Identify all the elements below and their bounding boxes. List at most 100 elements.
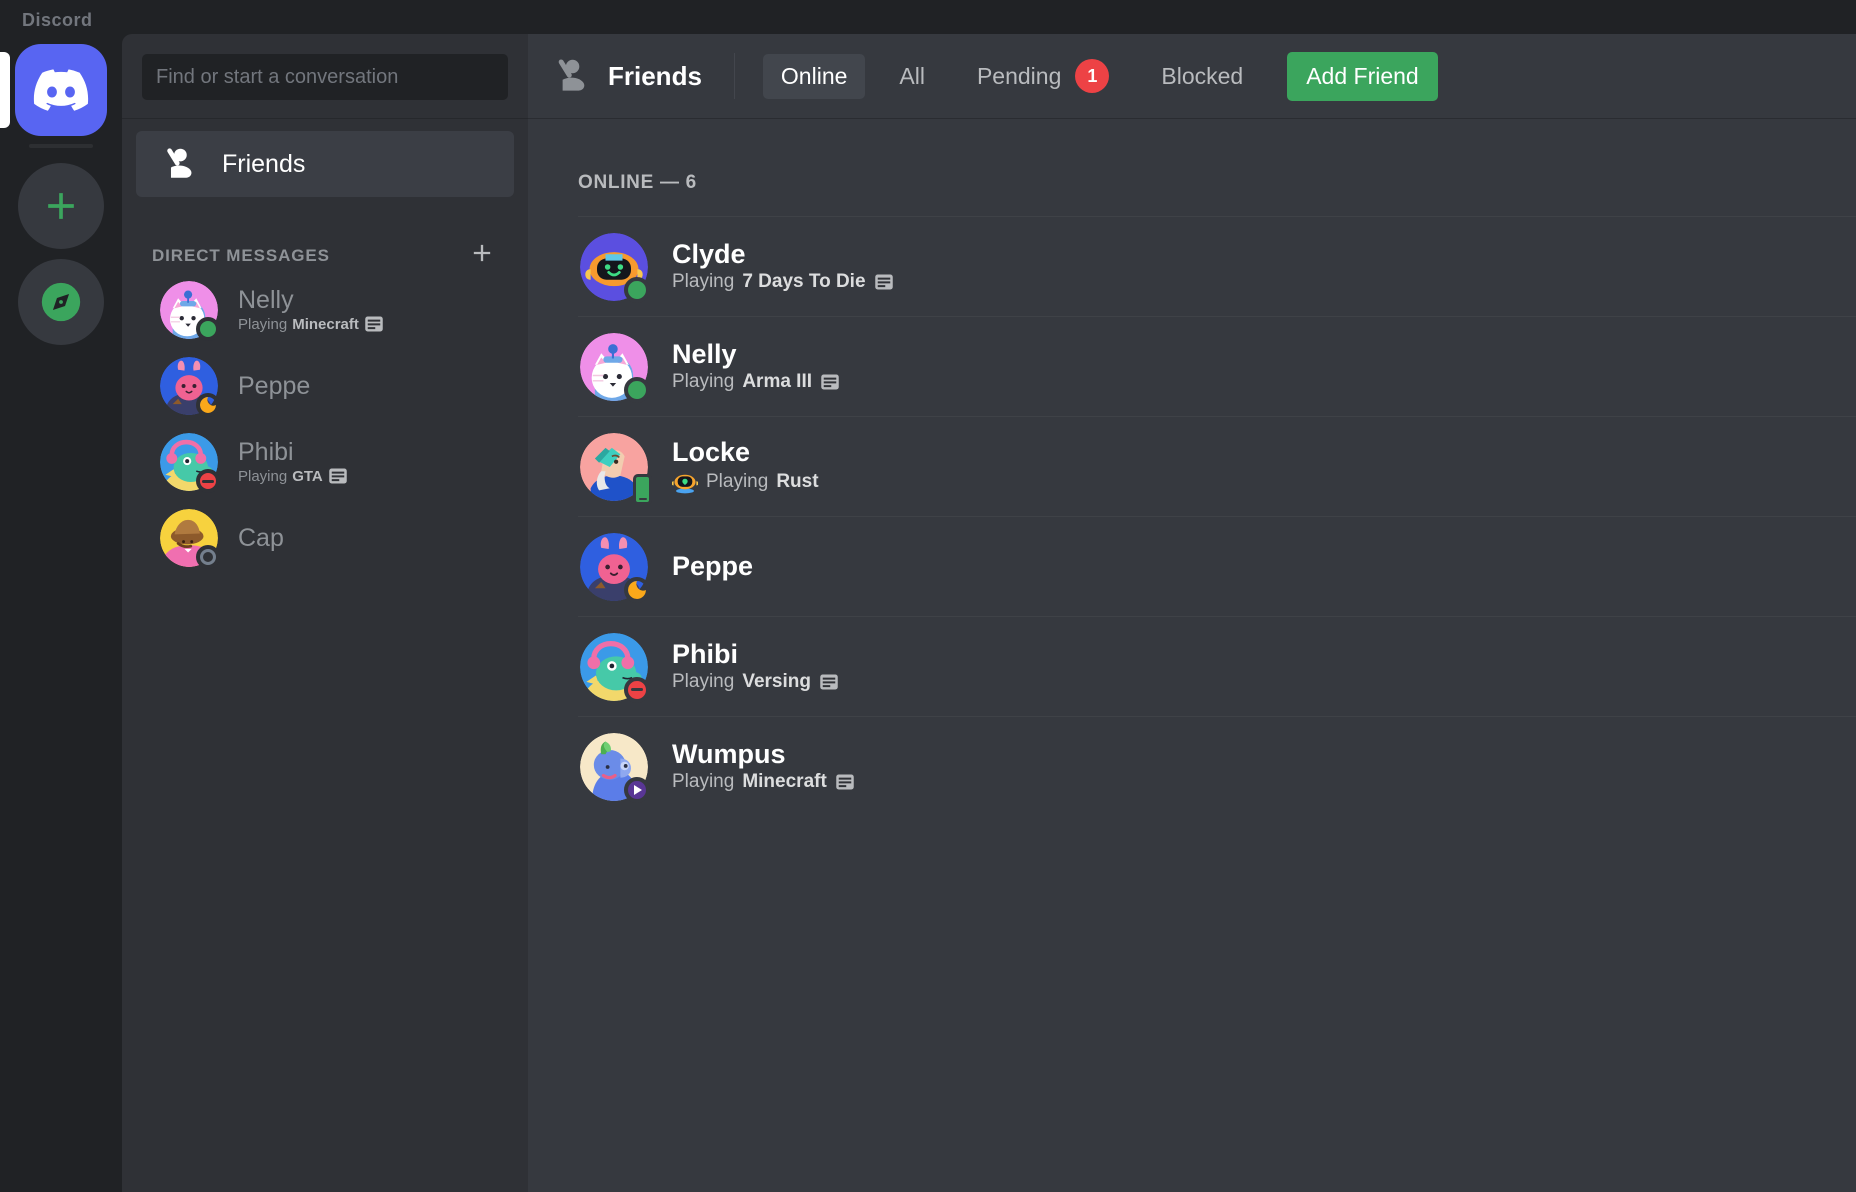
compass-icon — [41, 282, 81, 322]
rich-presence-icon — [329, 468, 347, 484]
tab-blocked[interactable]: Blocked — [1143, 54, 1261, 99]
avatar — [580, 632, 650, 703]
explore-servers-button[interactable] — [18, 259, 104, 345]
tab-all[interactable]: All — [881, 54, 943, 99]
dm-texts: Peppe — [238, 372, 310, 400]
status-online-indicator — [196, 317, 220, 341]
friend-name: Peppe — [672, 550, 754, 581]
sidebar-item-friends[interactable]: Friends — [136, 131, 514, 197]
friend-list-item[interactable]: Locke Playing Rust — [578, 416, 1856, 516]
rich-presence-icon — [365, 316, 383, 332]
friend-texts: Wumpus Playing Minecraft — [672, 738, 855, 794]
friend-texts: Peppe — [672, 550, 754, 582]
dm-list-item[interactable]: Peppe — [132, 348, 518, 424]
rich-presence-icon — [874, 274, 893, 290]
friend-activity-prefix: Playing — [672, 371, 735, 393]
avatar — [580, 232, 650, 303]
tab-label: Blocked — [1161, 62, 1244, 89]
plus-icon — [48, 193, 74, 219]
friend-activity-prefix: Playing — [706, 471, 769, 493]
tab-pending[interactable]: Pending 1 — [959, 50, 1127, 102]
friend-activity-text: Playing Minecraft — [672, 771, 855, 793]
friend-activity-name: Rust — [776, 471, 819, 493]
friend-activity-name: 7 Days To Die — [742, 271, 866, 293]
add-server-button[interactable] — [18, 163, 104, 249]
discord-logo-icon — [33, 69, 89, 111]
friend-activity-prefix: Playing — [672, 271, 735, 293]
dm-activity-name: GTA — [292, 467, 323, 485]
direct-messages-header: DIRECT MESSAGES — [122, 197, 528, 272]
sidebar-separator — [122, 118, 528, 119]
create-dm-button[interactable] — [468, 239, 496, 272]
avatar — [160, 433, 220, 493]
friends-tabs: Online All Pending 1 Blocked — [762, 50, 1261, 102]
rich-presence-icon — [836, 774, 854, 790]
tab-label: Pending — [976, 62, 1062, 89]
friend-name: Clyde — [672, 238, 746, 269]
server-rail-explore-slot — [0, 254, 122, 350]
friend-name: Locke — [672, 436, 751, 467]
app-title: Discord — [22, 10, 93, 30]
sidebar-item-friends-label: Friends — [222, 149, 306, 178]
friend-name: Wumpus — [672, 738, 786, 769]
status-idle-indicator — [196, 393, 220, 417]
avatar — [160, 509, 220, 569]
friends-header-bar: Friends Online All Pending 1 Blocked Add Fri… — [528, 34, 1856, 118]
avatar — [580, 532, 650, 603]
friend-list-item[interactable]: Wumpus Playing Minecraft — [578, 716, 1856, 816]
status-offline-indicator — [196, 545, 220, 569]
status-dnd-indicator — [624, 676, 650, 703]
avatar — [580, 732, 650, 803]
friends-wave-icon — [558, 59, 585, 91]
direct-messages-list: Nelly Playing Minecraft Peppe Phibi Play… — [122, 272, 528, 576]
friend-texts: Phibi Playing Versing — [672, 639, 839, 694]
friend-activity-name: Arma III — [742, 371, 813, 393]
dm-activity-prefix: Playing — [238, 467, 288, 485]
dm-list-item[interactable]: Nelly Playing Minecraft — [132, 272, 518, 348]
status-dnd-indicator — [196, 469, 220, 493]
header-divider — [733, 53, 735, 99]
server-rail-add-slot — [0, 158, 122, 254]
active-server-indicator — [0, 52, 10, 128]
friend-activity-prefix: Playing — [672, 771, 735, 793]
dm-name: Cap — [238, 524, 284, 552]
friend-list-item[interactable]: Peppe — [578, 516, 1856, 616]
tab-label: Online — [780, 62, 848, 89]
dm-name: Phibi — [238, 438, 294, 466]
server-rail-home-slot — [0, 42, 122, 138]
dm-activity-prefix: Playing — [238, 315, 288, 333]
friend-activity-prefix: Playing — [672, 671, 735, 693]
dm-texts: Cap — [238, 524, 284, 552]
friends-list: Clyde Playing 7 Days To Die Nelly Playin… — [528, 216, 1856, 816]
plus-icon — [473, 244, 491, 262]
friend-list-item[interactable]: Nelly Playing Arma III — [578, 316, 1856, 416]
friend-texts: Locke Playing Rust — [672, 436, 819, 496]
clyde-emoji-icon — [672, 475, 698, 494]
friend-activity-name: Minecraft — [742, 771, 827, 793]
tab-online[interactable]: Online — [762, 53, 866, 99]
friend-list-item[interactable]: Phibi Playing Versing — [578, 616, 1856, 716]
dm-texts: Nelly Playing Minecraft — [238, 286, 384, 334]
dm-activity-text: Playing GTA — [238, 466, 348, 486]
friend-activity-text: Playing 7 Days To Die — [672, 271, 894, 293]
dm-activity-name: Minecraft — [292, 315, 359, 333]
server-rail-divider — [29, 144, 93, 148]
friend-activity-text: Playing Rust — [672, 469, 819, 495]
direct-messages-label: DIRECT MESSAGES — [152, 245, 330, 265]
add-friend-button[interactable]: Add Friend — [1287, 51, 1438, 101]
status-streaming-indicator — [624, 776, 650, 803]
search-input[interactable] — [142, 54, 508, 100]
avatar — [580, 332, 650, 403]
friend-activity-text: Playing Versing — [672, 671, 839, 693]
dm-activity-text: Playing Minecraft — [238, 314, 384, 334]
dm-list-item[interactable]: Phibi Playing GTA — [132, 424, 518, 500]
discord-home-button[interactable] — [15, 44, 107, 136]
friend-activity-text: Playing Arma III — [672, 371, 840, 393]
dm-list-item[interactable]: Cap — [132, 500, 518, 576]
status-online-indicator — [624, 376, 650, 403]
friends-wave-icon — [167, 148, 192, 178]
page-title: Friends — [608, 60, 702, 91]
status-idle-indicator — [624, 576, 650, 603]
avatar — [580, 432, 652, 505]
friend-list-item[interactable]: Clyde Playing 7 Days To Die — [578, 216, 1856, 316]
